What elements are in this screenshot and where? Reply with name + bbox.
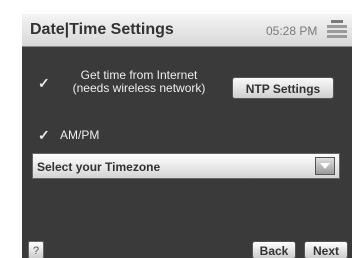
ampm-label: AM/PM [60,128,100,142]
timezone-select-value: Select your Timezone [37,160,161,174]
device-frame: Date|Time Settings 05:28 PM ✓ Get time f… [0,0,361,258]
bottom-bar: ? Back Next [22,239,352,258]
dropdown-button[interactable] [315,157,335,175]
chevron-down-icon [320,163,330,169]
ampm-checkbox[interactable]: ✓ [38,128,51,142]
title-bar: Date|Time Settings 05:28 PM [22,14,352,47]
internet-time-label-line2: (needs wireless network) [72,81,206,95]
internet-time-label: Get time from Internet (needs wireless n… [62,69,216,95]
settings-panel: ✓ Get time from Internet (needs wireless… [22,47,352,223]
ntp-settings-button[interactable]: NTP Settings [232,77,334,99]
clock: 05:28 PM [266,24,318,38]
back-button[interactable]: Back [252,241,296,258]
next-button[interactable]: Next [304,241,348,258]
page-title: Date|Time Settings [30,21,174,38]
help-button[interactable]: ? [28,241,44,258]
screen: Date|Time Settings 05:28 PM ✓ Get time f… [22,14,352,258]
timezone-select[interactable]: Select your Timezone [32,153,340,179]
battery-icon [327,20,347,38]
internet-time-checkbox[interactable]: ✓ [38,76,51,90]
